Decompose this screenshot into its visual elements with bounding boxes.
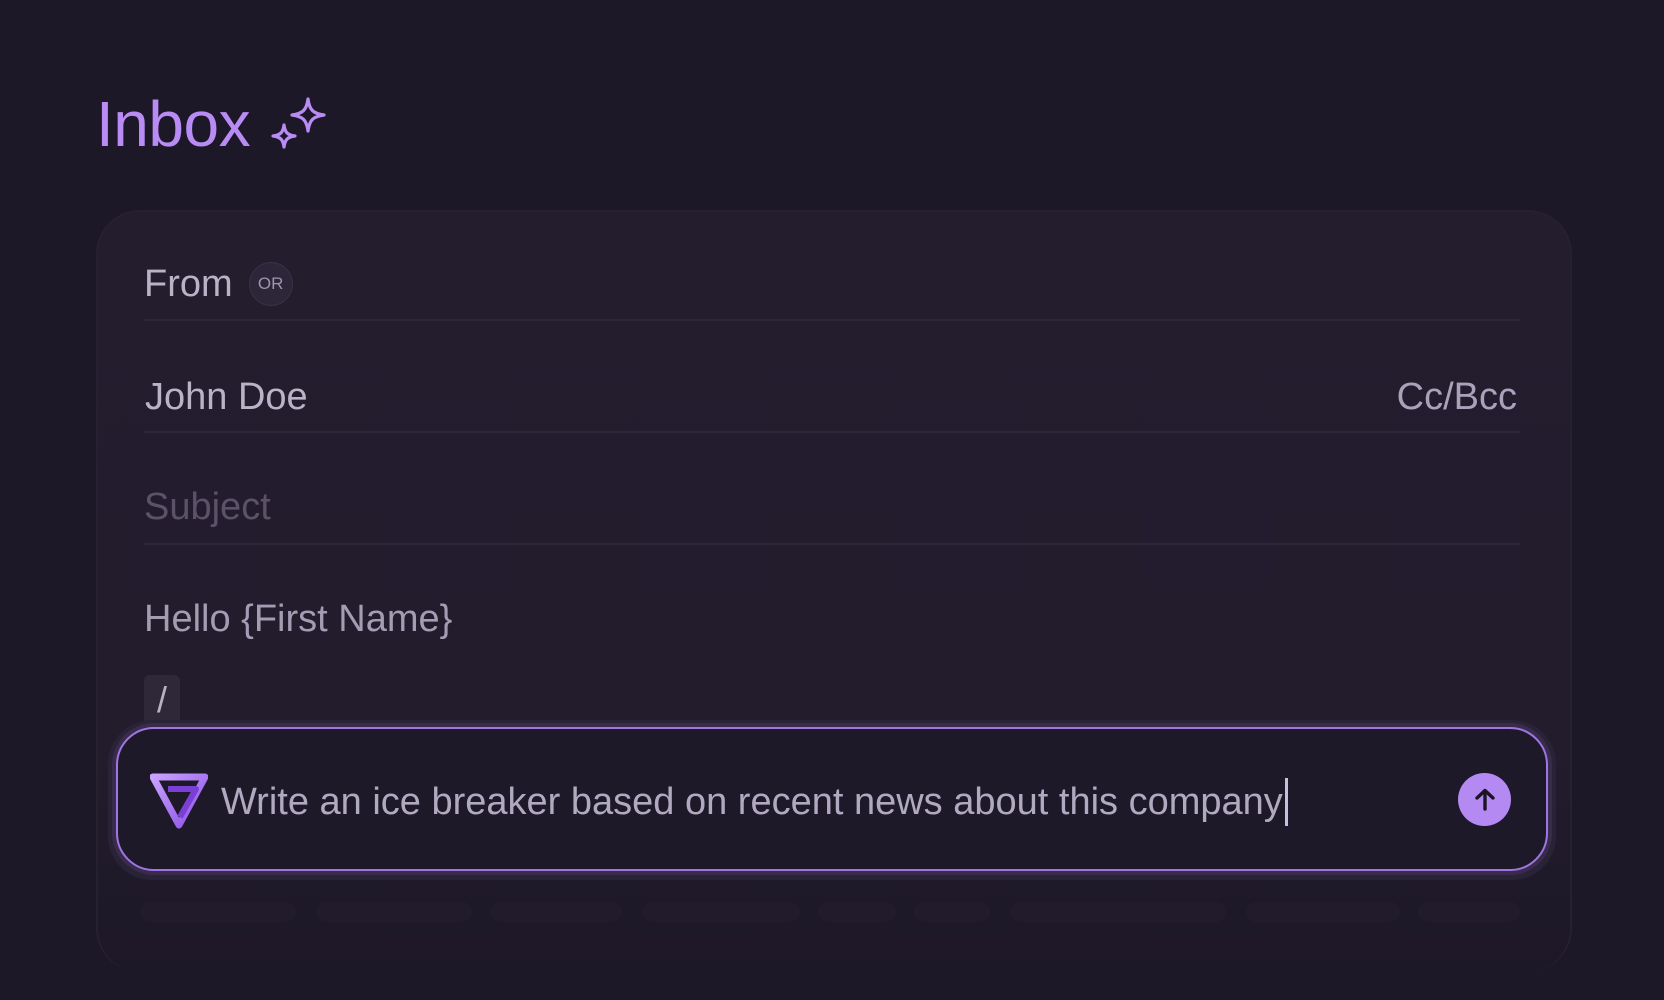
recipient-divider bbox=[144, 431, 1520, 433]
from-divider bbox=[144, 319, 1520, 321]
page: Inbox From OR John Doe Cc/Bcc Hello {Fir… bbox=[0, 0, 1664, 1000]
page-title: Inbox bbox=[96, 88, 251, 160]
email-body[interactable]: Hello {First Name} bbox=[144, 598, 452, 641]
suggestion-chip[interactable] bbox=[914, 902, 990, 922]
recipient-field[interactable]: John Doe bbox=[145, 376, 308, 419]
suggestion-chip[interactable] bbox=[1010, 902, 1226, 922]
from-label: From bbox=[144, 262, 233, 305]
from-field[interactable]: From OR bbox=[144, 262, 293, 306]
subject-divider bbox=[144, 543, 1520, 545]
ai-prompt-text: Write an ice breaker based on recent new… bbox=[221, 780, 1283, 823]
ai-prompt-input[interactable]: Write an ice breaker based on recent new… bbox=[221, 778, 1288, 826]
page-header: Inbox bbox=[96, 92, 330, 156]
brand-logo-icon bbox=[150, 773, 208, 829]
subject-input[interactable] bbox=[144, 486, 1514, 529]
suggestion-chip[interactable] bbox=[316, 902, 472, 922]
cc-bcc-button[interactable]: Cc/Bcc bbox=[1397, 376, 1517, 419]
or-badge[interactable]: OR bbox=[248, 262, 293, 306]
suggestion-chip[interactable] bbox=[140, 902, 296, 922]
text-caret bbox=[1284, 778, 1288, 826]
suggestion-chip[interactable] bbox=[490, 902, 622, 922]
slash-command-chip[interactable]: / bbox=[144, 675, 180, 725]
suggestion-chip[interactable] bbox=[1418, 902, 1520, 922]
suggestion-chip[interactable] bbox=[642, 902, 800, 922]
sparkle-icon bbox=[271, 97, 326, 149]
suggestion-chip[interactable] bbox=[818, 902, 896, 922]
arrow-up-icon bbox=[1474, 788, 1495, 811]
send-prompt-button[interactable] bbox=[1458, 773, 1511, 826]
suggestion-chip[interactable] bbox=[1246, 902, 1400, 922]
